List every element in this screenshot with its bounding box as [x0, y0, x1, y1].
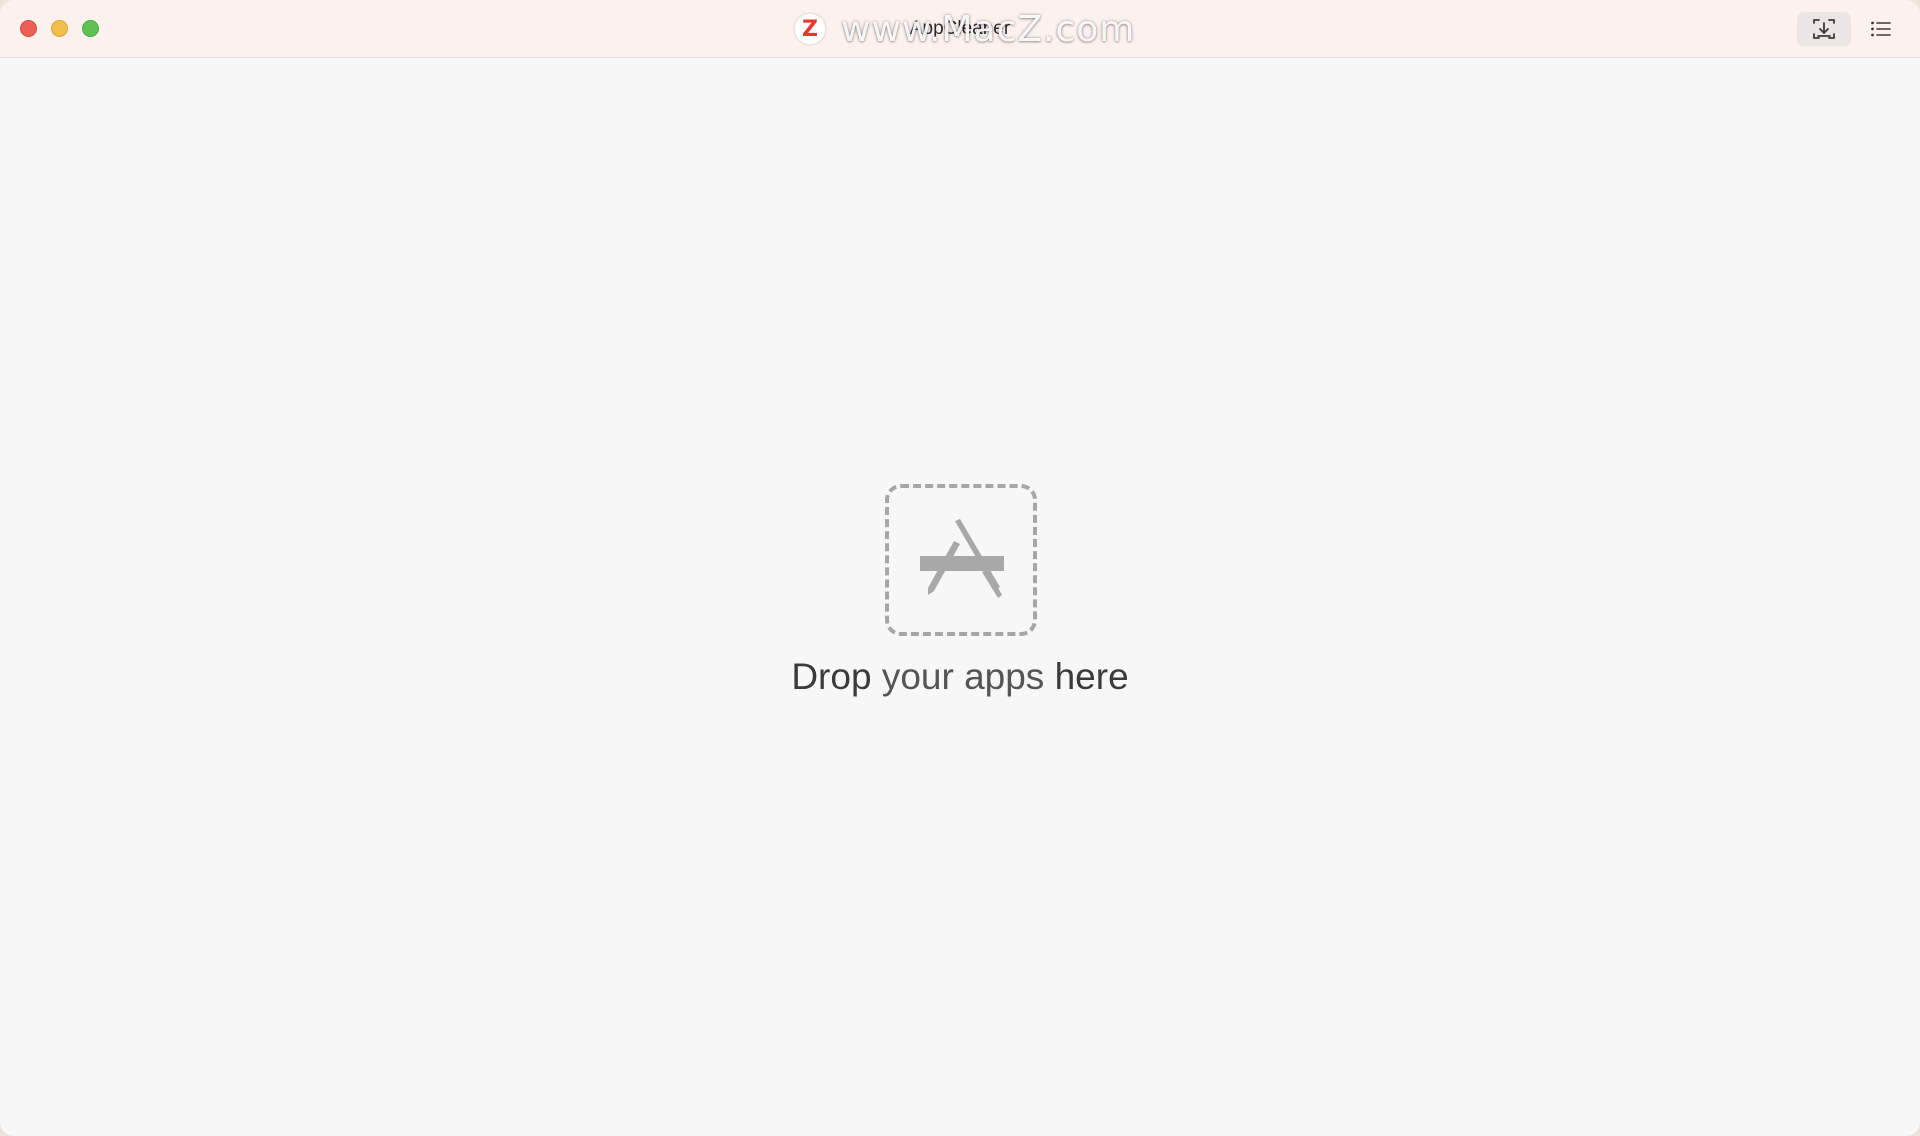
close-window-button[interactable]: [20, 20, 37, 37]
watermark: Z www.MacZ.com: [793, 8, 1136, 50]
drop-zone[interactable]: [885, 484, 1037, 636]
watermark-logo: Z: [793, 12, 827, 46]
drop-text-your-apps: your apps: [881, 656, 1045, 697]
drop-text-here: here: [1054, 656, 1129, 697]
list-view-button[interactable]: [1864, 12, 1898, 46]
drop-instruction: Drop your apps here: [0, 656, 1920, 698]
import-button[interactable]: [1797, 12, 1851, 46]
watermark-text: www.MacZ.com: [841, 8, 1136, 50]
zoom-window-button[interactable]: [82, 20, 99, 37]
import-tray-icon: [1813, 19, 1835, 39]
app-window: AppCleaner Z www.MacZ.com Drop your apps…: [0, 0, 1920, 1136]
drop-text-drop: Drop: [791, 656, 872, 697]
title-bar[interactable]: AppCleaner Z www.MacZ.com: [0, 0, 1920, 58]
list-icon: [1871, 21, 1891, 37]
app-store-icon: [920, 519, 1004, 598]
minimize-window-button[interactable]: [51, 20, 68, 37]
